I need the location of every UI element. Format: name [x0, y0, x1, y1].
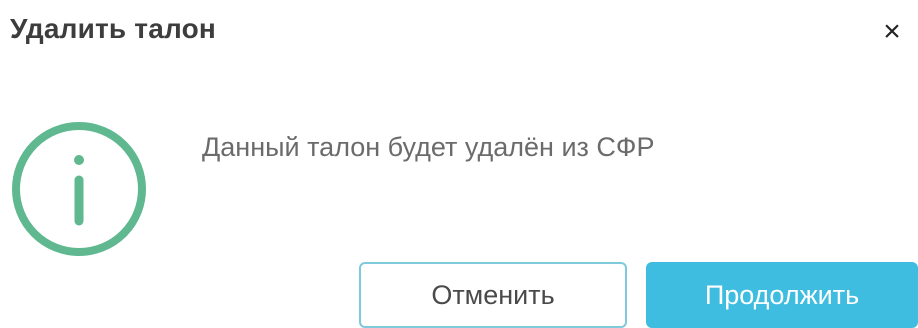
close-icon: ×	[883, 15, 901, 48]
info-icon-dot	[74, 155, 84, 165]
continue-button[interactable]: Продолжить	[646, 262, 918, 328]
dialog-message: Данный талон будет удалён из СФР	[202, 132, 655, 162]
cancel-button[interactable]: Отменить	[359, 262, 627, 328]
close-button[interactable]: ×	[874, 14, 910, 50]
delete-ticket-dialog: Удалить талон × Данный талон будет удалё…	[0, 0, 918, 328]
info-icon	[12, 122, 146, 256]
dialog-title: Удалить талон	[10, 13, 217, 44]
